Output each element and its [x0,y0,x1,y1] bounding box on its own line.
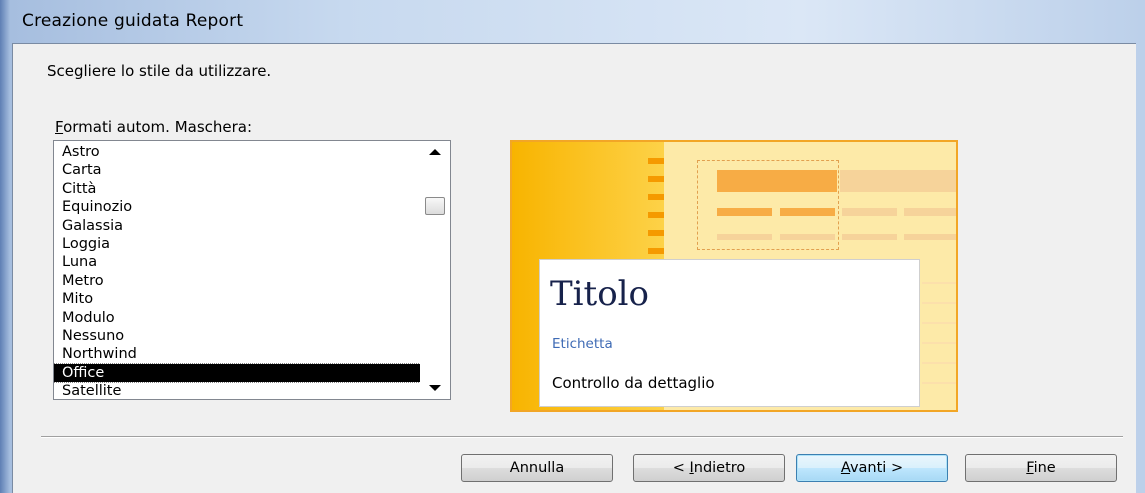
preview-line [922,382,956,384]
list-item[interactable]: Satellite [54,382,420,399]
back-rest: ndietro [693,460,746,476]
instruction-text: Scegliere lo stile da utilizzare. [47,62,272,80]
style-preview: Titolo Etichetta Controllo da dettaglio [510,140,958,412]
preview-field-bar [904,234,956,240]
back-prefix: < [672,460,690,476]
list-item[interactable]: Northwind [54,345,420,363]
list-item[interactable]: Modulo [54,309,420,327]
preview-field-bar [842,234,897,240]
preview-tick [648,194,664,200]
preview-field-bar [717,208,772,216]
preview-tick [648,230,664,236]
preview-field-bar [780,208,835,216]
title-bar[interactable]: Creazione guidata Report [0,0,1145,42]
preview-label: Etichetta [552,336,613,352]
scroll-up-icon[interactable] [429,149,441,155]
list-item[interactable]: Loggia [54,235,420,253]
button-separator [41,436,1123,438]
preview-line [922,282,956,284]
preview-card: Titolo Etichetta Controllo da dettaglio [539,259,920,407]
list-item[interactable]: Carta [54,161,420,179]
list-item[interactable]: Luna [54,253,420,271]
cancel-button[interactable]: Annulla [461,454,613,482]
list-item[interactable]: Galassia [54,217,420,235]
next-rest: vanti > [849,460,904,476]
preview-field-bar [717,234,772,240]
scrollbar-thumb[interactable] [425,197,445,215]
label-accelerator: F [55,118,64,136]
list-item[interactable]: Metro [54,272,420,290]
scroll-down-icon[interactable] [429,385,441,391]
finish-rest: ine [1033,460,1056,476]
preview-header-bar [840,170,956,192]
preview-title: Titolo [550,274,650,314]
preview-line [922,302,956,304]
styles-listbox[interactable]: Astro Carta Città Equinozio Galassia Loggia Lu… [53,140,451,400]
list-item[interactable]: Mito [54,290,420,308]
list-item[interactable]: Equinozio [54,198,420,216]
preview-line [922,322,956,324]
preview-tick [648,176,664,182]
preview-field-bar [904,208,956,216]
listbox-items: Astro Carta Città Equinozio Galassia Loggia Lu… [54,143,421,399]
report-wizard-dialog: Creazione guidata Report Scegliere lo st… [0,0,1145,493]
list-item[interactable]: Città [54,180,420,198]
preview-field-bar [842,208,897,216]
preview-control: Controllo da dettaglio [552,374,715,392]
listbox-scrollbar[interactable] [420,141,450,399]
next-button[interactable]: Avanti > [796,454,948,482]
preview-field-bar [780,234,835,240]
list-item[interactable]: Office [54,362,421,384]
finish-button[interactable]: Fine [965,454,1117,482]
dialog-body: Scegliere lo stile da utilizzare. Format… [12,43,1136,493]
preview-tick [648,212,664,218]
back-button[interactable]: < Indietro [633,454,785,482]
preview-line [922,342,956,344]
finish-accelerator: F [1026,460,1034,476]
preview-tick [648,248,664,254]
preview-header-bar [717,170,837,192]
preview-line [922,362,956,364]
styles-list-label: Formati autom. Maschera: [55,118,252,136]
preview-tick [648,158,664,164]
window-title: Creazione guidata Report [22,11,244,31]
list-item[interactable]: Astro [54,143,420,161]
next-accelerator: A [840,460,850,476]
list-item[interactable]: Nessuno [54,327,420,345]
label-rest: ormati autom. Maschera: [63,118,253,136]
